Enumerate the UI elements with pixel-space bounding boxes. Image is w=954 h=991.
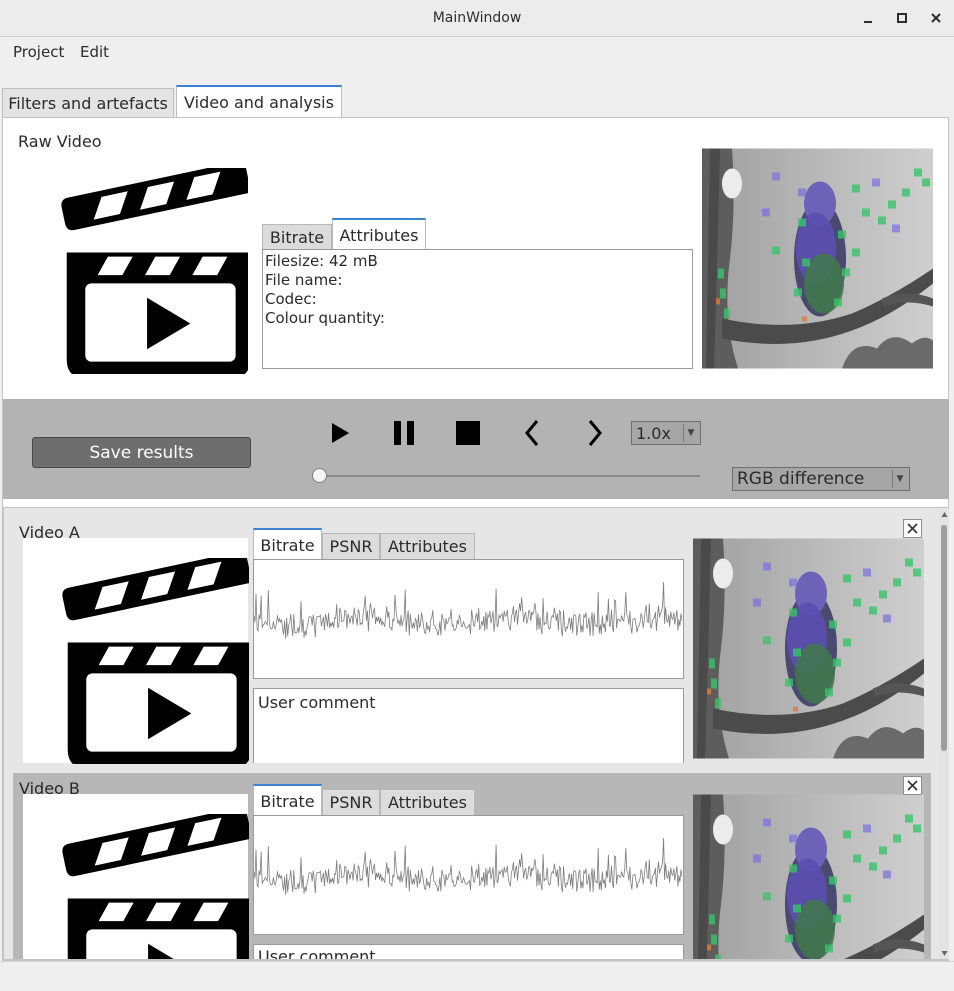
video-a-thumbnail[interactable] bbox=[23, 538, 248, 763]
video-b-comment-text: User comment bbox=[258, 947, 376, 960]
video-clapperboard-icon bbox=[43, 814, 249, 960]
maximize-icon bbox=[897, 13, 907, 23]
next-frame-icon bbox=[588, 420, 602, 446]
tab-a-psnr[interactable]: PSNR bbox=[322, 533, 380, 559]
frame-image bbox=[693, 538, 924, 759]
close-window-button[interactable] bbox=[925, 7, 947, 29]
comparison-mode-select[interactable]: RGB difference ▼ bbox=[732, 467, 910, 491]
video-clapperboard-icon bbox=[43, 558, 249, 764]
video-list-scroll-area[interactable]: Video A Bitrate PSNR Attributes User com… bbox=[3, 507, 949, 960]
menu-bar bbox=[0, 37, 954, 69]
video-b-thumbnail[interactable] bbox=[23, 794, 249, 960]
pause-icon bbox=[394, 421, 414, 445]
video-a-comment-field[interactable]: User comment bbox=[253, 688, 684, 763]
video-b-bitrate-plot bbox=[253, 815, 684, 935]
attr-file-name: File name: bbox=[265, 271, 343, 289]
video-a-bitrate-plot bbox=[253, 559, 684, 679]
video-a-comment-text: User comment bbox=[258, 693, 376, 712]
video-a-close-button[interactable] bbox=[903, 519, 922, 538]
video-card-b: Video B Bitrate PSNR Attributes User com… bbox=[13, 773, 931, 960]
chevron-down-icon: ▼ bbox=[892, 470, 907, 488]
seek-slider-handle[interactable] bbox=[312, 468, 327, 483]
minimize-icon bbox=[864, 21, 872, 23]
attr-codec: Codec: bbox=[265, 290, 317, 308]
raw-attributes-panel: Filesize: 42 mB File name: Codec: Colour… bbox=[262, 249, 693, 369]
speed-select[interactable]: 1.0x ▼ bbox=[631, 421, 701, 445]
scrollbar-thumb[interactable] bbox=[941, 525, 947, 751]
video-clapperboard-icon bbox=[42, 168, 248, 374]
comparison-mode-value: RGB difference bbox=[737, 469, 865, 489]
maximize-button[interactable] bbox=[891, 7, 913, 29]
video-b-close-button[interactable] bbox=[903, 776, 922, 795]
speed-select-value: 1.0x bbox=[636, 423, 671, 443]
tab-b-psnr[interactable]: PSNR bbox=[322, 789, 380, 815]
pause-button[interactable] bbox=[387, 416, 421, 450]
tab-video-and-analysis[interactable]: Video and analysis bbox=[176, 85, 342, 118]
stop-icon bbox=[456, 421, 480, 445]
scroll-up-icon[interactable] bbox=[941, 511, 948, 518]
attr-colour-quantity: Colour quantity: bbox=[265, 309, 385, 327]
next-frame-button[interactable] bbox=[578, 416, 612, 450]
tab-raw-bitrate[interactable]: Bitrate bbox=[262, 224, 332, 250]
tab-raw-attributes[interactable]: Attributes bbox=[332, 218, 426, 250]
raw-video-frame-preview bbox=[702, 148, 933, 369]
minimize-button[interactable] bbox=[857, 7, 879, 29]
video-b-comment-field[interactable]: User comment bbox=[253, 944, 684, 960]
play-button[interactable] bbox=[323, 416, 357, 450]
status-bar bbox=[0, 961, 954, 991]
close-icon bbox=[907, 780, 918, 791]
stop-button[interactable] bbox=[451, 416, 485, 450]
video-card-a: Video A Bitrate PSNR Attributes User com… bbox=[13, 508, 931, 763]
play-icon bbox=[332, 423, 349, 443]
frame-image bbox=[693, 794, 924, 960]
menu-edit[interactable]: Edit bbox=[80, 43, 109, 61]
tab-filters-and-artefacts[interactable]: Filters and artefacts bbox=[2, 88, 174, 118]
scroll-down-icon[interactable] bbox=[941, 950, 948, 957]
raw-video-thumbnail[interactable] bbox=[20, 150, 246, 372]
previous-frame-icon bbox=[525, 420, 539, 446]
bitrate-plot-line bbox=[253, 581, 683, 639]
tab-b-bitrate[interactable]: Bitrate bbox=[253, 784, 322, 816]
attr-filesize: Filesize: 42 mB bbox=[265, 252, 378, 270]
tab-b-attributes[interactable]: Attributes bbox=[380, 789, 475, 815]
bitrate-plot-line bbox=[253, 837, 683, 895]
seek-slider-track[interactable] bbox=[316, 475, 700, 477]
previous-frame-button[interactable] bbox=[515, 416, 549, 450]
frame-image bbox=[702, 148, 933, 369]
close-icon bbox=[907, 523, 918, 534]
chevron-down-icon: ▼ bbox=[683, 424, 698, 442]
video-b-frame-preview bbox=[693, 794, 924, 960]
menu-project[interactable]: Project bbox=[13, 43, 64, 61]
tab-a-bitrate[interactable]: Bitrate bbox=[253, 528, 322, 560]
tab-a-attributes[interactable]: Attributes bbox=[380, 533, 475, 559]
window-title: MainWindow bbox=[432, 10, 522, 26]
raw-video-label: Raw Video bbox=[18, 132, 102, 151]
close-icon bbox=[931, 13, 941, 23]
save-results-button[interactable]: Save results bbox=[32, 437, 251, 468]
video-a-frame-preview bbox=[693, 538, 924, 759]
